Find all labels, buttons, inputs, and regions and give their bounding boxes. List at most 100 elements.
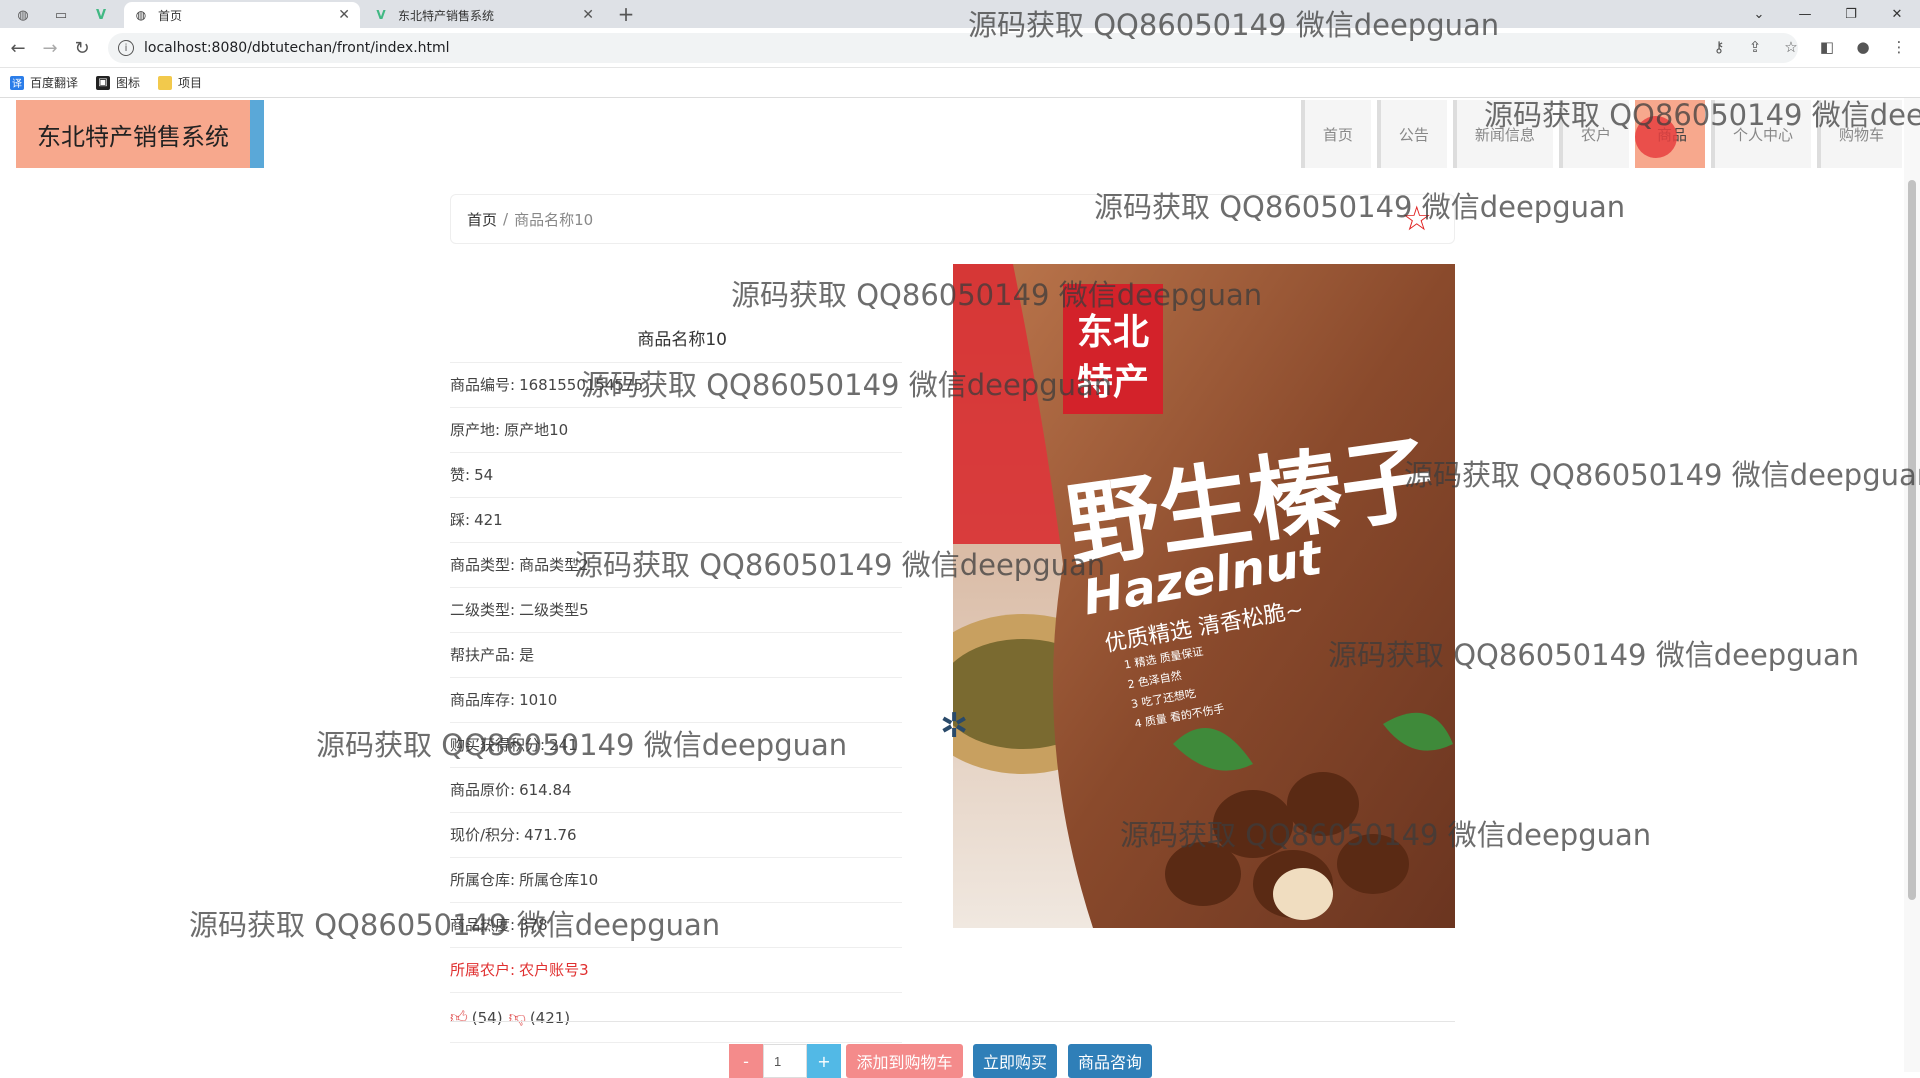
page-content: 东北特产销售系统 首页 公告 新闻信息 农户 商品 个人中心 购物车 首页 / … — [0, 98, 1920, 1078]
info-label: 商品编号: — [450, 376, 516, 394]
tab-home[interactable]: ◍ 首页 ✕ — [124, 2, 360, 28]
share-icon[interactable]: ⇪ — [1744, 36, 1766, 58]
minimize-button[interactable]: — — [1782, 0, 1828, 28]
vue-tab-icon[interactable]: V — [86, 4, 116, 26]
bookmark-icons[interactable]: ▣ 图标 — [96, 74, 140, 91]
restore-button[interactable]: ❐ — [1828, 0, 1874, 28]
back-button[interactable]: ← — [6, 36, 30, 60]
info-label: 购买获得积分: — [450, 736, 546, 754]
favorite-star-icon[interactable]: ☆ — [1402, 202, 1432, 236]
scrollbar-thumb[interactable] — [1908, 180, 1916, 900]
key-icon[interactable]: ⚷ — [1708, 36, 1730, 58]
info-value: 241 — [549, 736, 578, 754]
product-info: 商品名称10 商品编号: 1681550154575 原产地: 原产地10 赞: 54… — [450, 330, 902, 1043]
info-label: 原产地: — [450, 421, 501, 439]
info-row: 商品原价: 614.84 — [450, 768, 902, 813]
increase-quantity-button[interactable]: + — [807, 1044, 841, 1078]
like-count: (54) — [471, 1008, 503, 1027]
menu-icon[interactable]: ⋮ — [1888, 36, 1910, 58]
info-row: 二级类型: 二级类型5 — [450, 588, 902, 633]
info-row: 赞: 54 — [450, 453, 902, 498]
bookmark-translate[interactable]: 译 百度翻译 — [10, 74, 78, 91]
url-text: localhost:8080/dbtutechan/front/index.ht… — [144, 40, 450, 56]
quantity-input[interactable] — [763, 1044, 807, 1078]
info-row: 购买获得积分: 241 — [450, 723, 902, 768]
close-icon[interactable]: ✕ — [582, 7, 594, 23]
nav-home[interactable]: 首页 — [1300, 100, 1371, 168]
bookmark-project[interactable]: 项目 — [158, 74, 202, 91]
decrease-quantity-button[interactable]: - — [729, 1044, 763, 1078]
tab-system[interactable]: V 东北特产销售系统 ✕ — [364, 2, 604, 28]
info-row: 踩: 421 — [450, 498, 902, 543]
folder-icon — [158, 75, 173, 90]
info-row: 商品编号: 1681550154575 — [450, 363, 902, 408]
info-label: 商品类型: — [450, 556, 516, 574]
info-label: 商品热度: — [450, 916, 516, 934]
vote-row: 👍︎ (54) 👎︎ (421) — [450, 993, 902, 1043]
cursor-highlight — [1635, 116, 1677, 158]
tab-title: 东北特产销售系统 — [398, 8, 495, 23]
page-scrollbar[interactable] — [1904, 98, 1920, 1072]
info-value: 421 — [474, 511, 503, 529]
vue-icon: V — [376, 8, 386, 22]
nav-notice[interactable]: 公告 — [1376, 100, 1447, 168]
product-title: 商品名称10 — [450, 318, 902, 363]
translate-icon: 译 — [10, 75, 24, 90]
info-value: 原产地10 — [504, 421, 569, 439]
info-label: 踩: — [450, 511, 471, 529]
chevron-down-icon[interactable]: ⌄ — [1736, 0, 1782, 28]
nav-news[interactable]: 新闻信息 — [1452, 100, 1553, 168]
globe-icon: ◍ — [135, 8, 147, 22]
bookmark-label: 百度翻译 — [30, 76, 79, 90]
quantity-stepper: - + — [729, 1044, 841, 1078]
info-value: 商品类型2 — [519, 556, 589, 574]
info-value: 二级类型5 — [519, 601, 589, 619]
site-logo[interactable]: 东北特产销售系统 — [16, 100, 264, 168]
forward-button[interactable]: → — [38, 36, 62, 60]
info-label: 商品库存: — [450, 691, 516, 709]
buy-now-button[interactable]: 立即购买 — [973, 1044, 1057, 1078]
info-value: 所属仓库10 — [519, 871, 599, 889]
consult-button[interactable]: 商品咨询 — [1068, 1044, 1152, 1078]
info-row-farmer[interactable]: 所属农户: 农户账号3 — [450, 948, 902, 993]
close-icon[interactable]: ✕ — [338, 7, 350, 23]
info-row: 商品库存: 1010 — [450, 678, 902, 723]
product-photo: 东北 特产 野生榛子 Hazelnut 优质精选 清香松脆~ 1 精选 质量保证… — [953, 264, 1455, 928]
new-tab-button[interactable]: + — [614, 2, 638, 26]
close-window-button[interactable]: ✕ — [1874, 0, 1920, 28]
product-image: 东北 特产 野生榛子 Hazelnut 优质精选 清香松脆~ 1 精选 质量保证… — [953, 264, 1455, 928]
nav-personal-center[interactable]: 个人中心 — [1710, 100, 1811, 168]
thumbs-down-icon[interactable]: 👎︎ — [509, 1007, 526, 1028]
thumbs-up-icon[interactable]: 👍︎ — [450, 1007, 468, 1028]
bookmark-label: 项目 — [178, 76, 203, 90]
sidebar-icon[interactable]: ◧ — [1816, 36, 1838, 58]
nav-cart[interactable]: 购物车 — [1816, 100, 1902, 168]
info-label: 所属农户: — [450, 961, 516, 979]
dislike-count: (421) — [529, 1008, 571, 1027]
info-value: 是 — [519, 646, 535, 664]
window-controls: ⌄ — ❐ ✕ — [1736, 0, 1920, 28]
profile-icon[interactable]: ● — [1852, 36, 1874, 58]
info-label: 帮扶产品: — [450, 646, 516, 664]
info-label: 现价/积分: — [450, 826, 521, 844]
info-label: 商品原价: — [450, 781, 516, 799]
breadcrumb-current: 商品名称10 — [514, 210, 594, 229]
breadcrumb-separator: / — [503, 210, 509, 228]
globe-icon[interactable]: ◍ — [8, 4, 38, 26]
top-navigation: 首页 公告 新闻信息 农户 商品 个人中心 购物车 — [1300, 100, 1902, 168]
address-actions: ⚷ ⇪ ☆ ◧ ● ⋮ — [1708, 36, 1910, 58]
info-value: 1681550154575 — [519, 376, 644, 394]
bookmarks-bar: 译 百度翻译 ▣ 图标 项目 — [0, 68, 1920, 98]
url-field[interactable]: i localhost:8080/dbtutechan/front/index.… — [108, 33, 1798, 63]
reload-button[interactable]: ↻ — [70, 36, 94, 60]
breadcrumb-home[interactable]: 首页 — [467, 209, 497, 230]
nav-farmer[interactable]: 农户 — [1558, 100, 1629, 168]
info-icon[interactable]: i — [118, 40, 134, 56]
info-label: 赞: — [450, 466, 471, 484]
add-to-cart-button[interactable]: 添加到购物车 — [846, 1044, 963, 1078]
pinned-tab-icon[interactable]: ▭ — [46, 4, 76, 26]
tab-title: 首页 — [158, 8, 183, 23]
star-icon[interactable]: ☆ — [1780, 36, 1802, 58]
info-row: 原产地: 原产地10 — [450, 408, 902, 453]
info-row: 现价/积分: 471.76 — [450, 813, 902, 858]
